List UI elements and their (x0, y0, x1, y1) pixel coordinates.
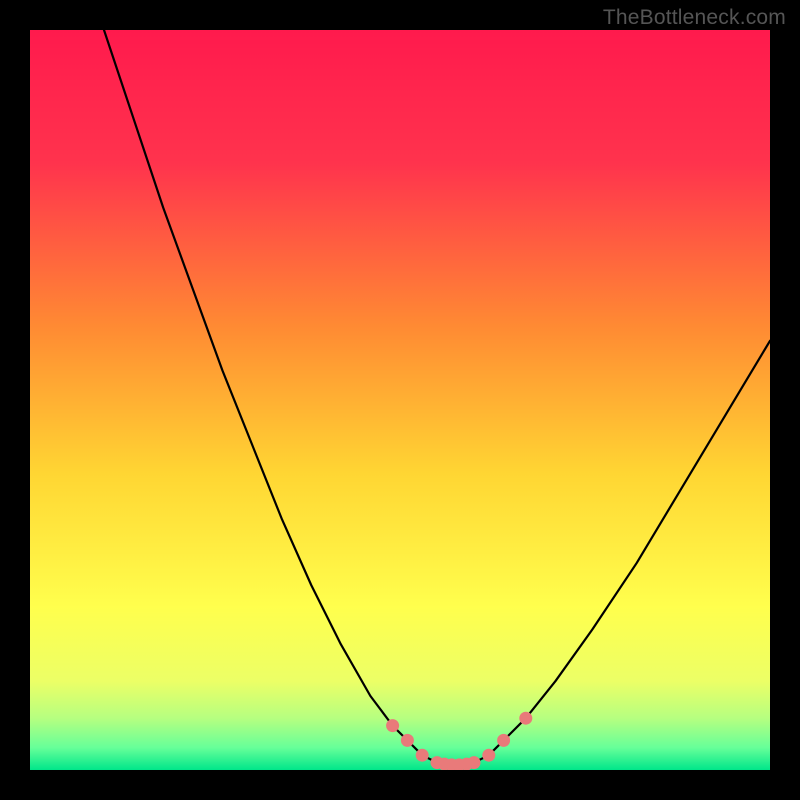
marker-point (468, 756, 481, 769)
plot-svg (30, 30, 770, 770)
marker-point (401, 734, 414, 747)
marker-point (497, 734, 510, 747)
watermark-text: TheBottleneck.com (603, 6, 786, 30)
marker-point (386, 719, 399, 732)
chart-frame: TheBottleneck.com (0, 0, 800, 800)
marker-point (416, 749, 429, 762)
plot-area (30, 30, 770, 770)
marker-point (482, 749, 495, 762)
marker-point (519, 712, 532, 725)
